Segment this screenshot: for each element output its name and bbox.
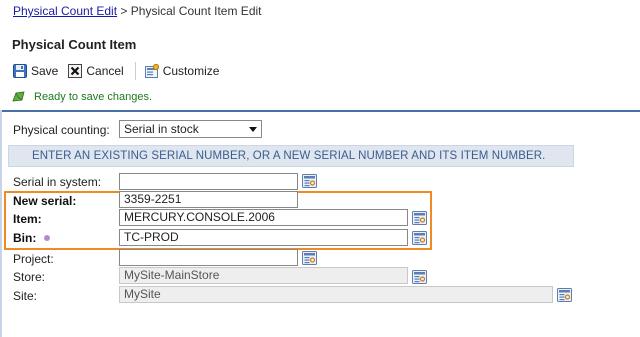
project-label: Project: (13, 252, 54, 266)
serial-lookup-icon[interactable] (302, 174, 317, 188)
chevron-down-icon (249, 126, 257, 132)
item-label: Item: (13, 212, 42, 226)
project-lookup-icon[interactable] (302, 251, 317, 265)
store-lookup-icon[interactable] (412, 270, 427, 284)
customize-icon (144, 64, 159, 78)
bin-lookup-icon[interactable] (412, 231, 427, 245)
bin-label-row: Bin: (13, 231, 51, 245)
toolbar: Save Cancel Customize (10, 60, 226, 82)
save-button[interactable]: Save (10, 61, 61, 81)
status-message: Ready to save changes. (12, 91, 152, 103)
breadcrumb-current: Physical Count Item Edit (130, 4, 262, 18)
bin-label: Bin: (13, 231, 37, 245)
site-field: MySite (119, 286, 553, 303)
floppy-disk-icon (13, 64, 27, 78)
site-label: Site: (13, 289, 38, 303)
serial-in-system-label: Serial in system: (13, 175, 102, 189)
item-input[interactable]: MERCURY.CONSOLE.2006 (119, 209, 408, 226)
header-divider (0, 110, 640, 112)
item-lookup-icon[interactable] (412, 211, 427, 225)
physical-counting-label: Physical counting: (13, 123, 110, 137)
save-label: Save (31, 64, 59, 78)
site-lookup-icon[interactable] (557, 288, 572, 302)
new-serial-input[interactable]: 3359-2251 (119, 191, 298, 208)
store-label: Store: (13, 270, 46, 284)
store-field: MySite-MainStore (119, 267, 408, 284)
project-input[interactable] (119, 249, 298, 266)
close-icon (68, 64, 83, 78)
new-serial-label: New serial: (13, 194, 77, 208)
physical-counting-select[interactable]: Serial in stock (119, 120, 262, 138)
customize-button[interactable]: Customize (142, 61, 223, 81)
customize-label: Customize (162, 64, 220, 78)
bin-input[interactable]: TC-PROD (119, 229, 408, 246)
breadcrumb-separator: > (120, 4, 128, 18)
form-left-border (0, 110, 2, 337)
cancel-label: Cancel (86, 64, 124, 78)
physical-counting-value: Serial in stock (124, 122, 199, 136)
pencil-ready-icon (12, 91, 25, 102)
status-text: Ready to save changes. (34, 91, 153, 103)
breadcrumb: Physical Count Edit > Physical Count Ite… (13, 4, 262, 18)
instruction-text: ENTER AN EXISTING SERIAL NUMBER, OR A NE… (32, 150, 546, 162)
toolbar-divider (134, 62, 136, 80)
cancel-button[interactable]: Cancel (65, 61, 126, 81)
instruction-banner: ENTER AN EXISTING SERIAL NUMBER, OR A NE… (8, 145, 574, 167)
required-dot-icon (44, 234, 51, 241)
serial-in-system-input[interactable] (119, 173, 298, 190)
page-title: Physical Count Item (12, 37, 137, 52)
breadcrumb-link-physical-count-edit[interactable]: Physical Count Edit (13, 4, 117, 18)
